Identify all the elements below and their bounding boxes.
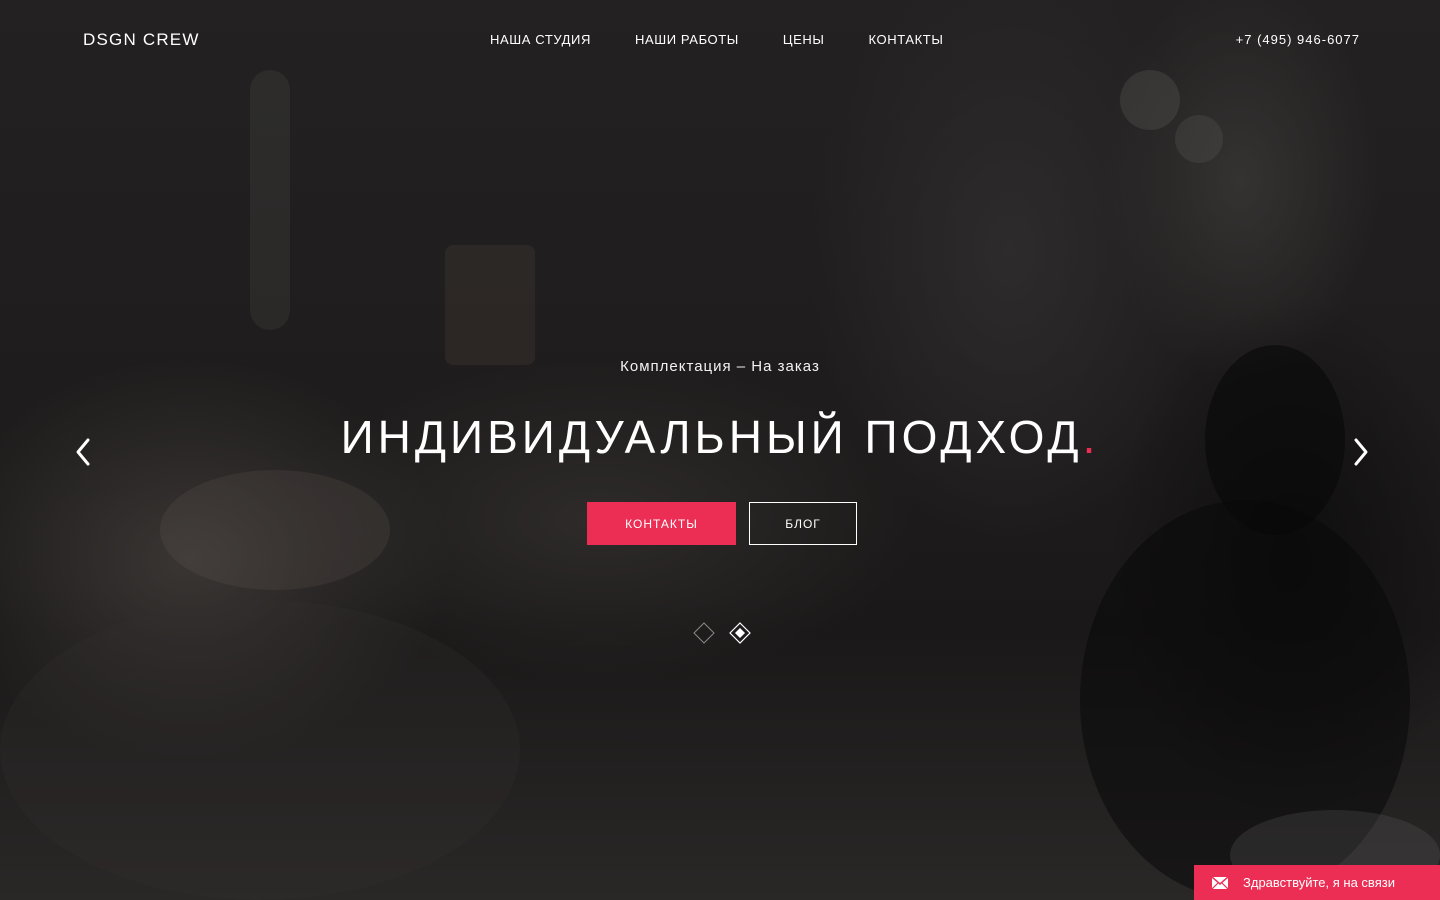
slide-headline: ИНДИВИДУАЛЬНЫЙ ПОДХОД.: [0, 410, 1440, 464]
blog-button[interactable]: БЛОГ: [749, 502, 857, 545]
hero-slide: Комплектация – На заказ ИНДИВИДУАЛЬНЫЙ П…: [0, 0, 1440, 900]
chevron-left-icon: [76, 438, 90, 466]
diamond-outline-icon: [693, 622, 715, 644]
slider-pagination: [693, 622, 751, 644]
contacts-button[interactable]: КОНТАКТЫ: [587, 502, 736, 545]
hero-section: DSGN CREW НАША СТУДИЯ НАШИ РАБОТЫ ЦЕНЫ К…: [0, 0, 1440, 900]
prev-slide-button[interactable]: [68, 432, 98, 472]
slide-dot-2-active[interactable]: [729, 622, 751, 644]
headline-accent-dot: .: [1082, 411, 1100, 463]
slide-subtitle: Комплектация – На заказ: [620, 358, 820, 375]
chevron-right-icon: [1354, 438, 1368, 466]
envelope-icon: [1212, 876, 1228, 889]
slide-dot-1[interactable]: [693, 622, 715, 644]
headline-text: ИНДИВИДУАЛЬНЫЙ ПОДХОД: [340, 411, 1083, 463]
chat-label: Здравствуйте, я на связи: [1243, 875, 1395, 890]
chat-widget[interactable]: Здравствуйте, я на связи: [1194, 865, 1440, 900]
next-slide-button[interactable]: [1346, 432, 1376, 472]
diamond-filled-icon: [729, 622, 751, 644]
cta-buttons: КОНТАКТЫ БЛОГ: [587, 502, 857, 545]
